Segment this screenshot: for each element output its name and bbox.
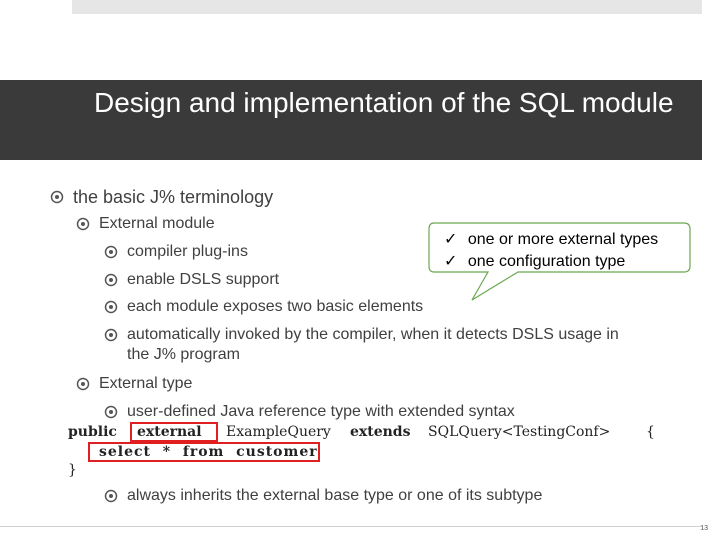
target-bullet-icon [104,300,118,314]
page-number: 13 [700,525,708,532]
highlight-box-external [130,422,218,442]
code-superclass: SQLQuery<TestingConf> [428,424,611,440]
bullet-text: always inherits the external base type o… [127,487,543,504]
code-classname: ExampleQuery [226,424,331,440]
code-keyword-public: public [68,424,117,440]
code-open-brace: { [646,424,655,440]
bullet-text-line: automatically invoked by the compiler, w… [127,326,619,343]
top-bar [72,0,702,14]
code-close-brace: } [68,462,77,478]
target-bullet-icon [76,377,90,391]
bullet-terminology: the basic J% terminology [50,186,273,208]
bullet-external-type: External type [76,374,192,394]
bottom-rule [0,526,702,527]
bullet-each-module: each module exposes two basic elements [104,297,423,317]
target-bullet-icon [104,328,118,342]
bullet-text: External module [99,215,215,232]
target-bullet-icon [104,405,118,419]
callout-text: one or more external types [467,231,659,248]
bullet-text-wrap: automatically invoked by the compiler, w… [127,325,619,365]
bullet-auto-invoked: automatically invoked by the compiler, w… [104,325,619,365]
code-keyword-extends: extends [350,424,411,440]
check-icon: ✓ [444,231,458,248]
callout-item-1: ✓ one or more external types [444,230,658,250]
highlight-box-select [88,442,320,462]
bullet-user-defined: user-defined Java reference type with ex… [104,402,515,422]
bullet-compiler-plugins: compiler plug-ins [104,242,248,262]
target-bullet-icon [104,489,118,503]
bullet-text: enable DSLS support [127,271,280,288]
callout-item-2: ✓ one configuration type [444,252,625,272]
target-bullet-icon [104,245,118,259]
bullet-always-inherits: always inherits the external base type o… [104,486,542,506]
slide-title: Design and implementation of the SQL mod… [94,87,674,118]
bullet-text: compiler plug-ins [127,243,248,260]
bullet-text: External type [99,375,193,392]
target-bullet-icon [76,217,90,231]
bullet-text-line: the J% program [127,346,240,363]
bullet-enable-dsls: enable DSLS support [104,270,279,290]
callout-text: one configuration type [467,253,626,270]
check-icon: ✓ [444,253,458,270]
target-bullet-icon [104,273,118,287]
target-bullet-icon [50,190,64,204]
bullet-text: the basic J% terminology [73,187,274,207]
bullet-text: user-defined Java reference type with ex… [127,403,515,420]
bullet-text: each module exposes two basic elements [127,298,424,315]
bullet-external-module: External module [76,214,215,234]
